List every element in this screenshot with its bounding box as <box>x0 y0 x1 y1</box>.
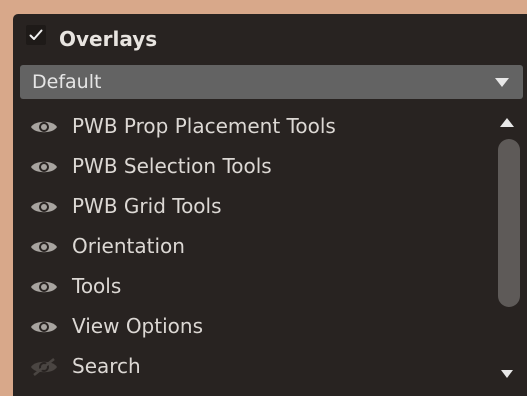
eye-icon[interactable] <box>30 198 58 216</box>
eye-icon[interactable] <box>30 278 58 296</box>
overlay-preset-dropdown[interactable]: Default <box>20 65 523 99</box>
list-item[interactable]: Orientation <box>13 228 493 266</box>
triangle-down-icon[interactable] <box>501 370 513 378</box>
overlays-panel: Overlays Default PWB Prop Placement Tool… <box>13 14 527 396</box>
eye-icon[interactable] <box>30 318 58 336</box>
list-item-label: PWB Selection Tools <box>72 154 272 178</box>
overlays-checkbox[interactable] <box>26 25 46 45</box>
list-item[interactable]: Tools <box>13 268 493 306</box>
overlay-list: PWB Prop Placement Tools PWB Selection T… <box>13 108 493 396</box>
triangle-down-icon <box>495 78 509 87</box>
checkmark-icon <box>29 29 43 40</box>
list-item-label: Orientation <box>72 234 185 258</box>
list-item-label: PWB Prop Placement Tools <box>72 114 336 138</box>
overlays-title: Overlays <box>59 27 158 51</box>
dropdown-selected-value: Default <box>32 71 102 93</box>
triangle-up-icon[interactable] <box>500 118 514 127</box>
scrollbar-thumb[interactable] <box>498 139 520 307</box>
list-item[interactable]: Search <box>13 348 493 386</box>
list-item-label: Tools <box>72 274 122 298</box>
eye-icon[interactable] <box>30 158 58 176</box>
eye-slash-icon[interactable] <box>30 358 58 376</box>
list-item-label: PWB Grid Tools <box>72 194 222 218</box>
list-item[interactable]: PWB Grid Tools <box>13 188 493 226</box>
eye-icon[interactable] <box>30 118 58 136</box>
list-item[interactable]: PWB Selection Tools <box>13 148 493 186</box>
list-item-label: Search <box>72 354 141 378</box>
list-item-label: View Options <box>72 314 203 338</box>
eye-icon[interactable] <box>30 238 58 256</box>
list-item[interactable]: View Options <box>13 308 493 346</box>
list-item[interactable]: PWB Prop Placement Tools <box>13 108 493 146</box>
